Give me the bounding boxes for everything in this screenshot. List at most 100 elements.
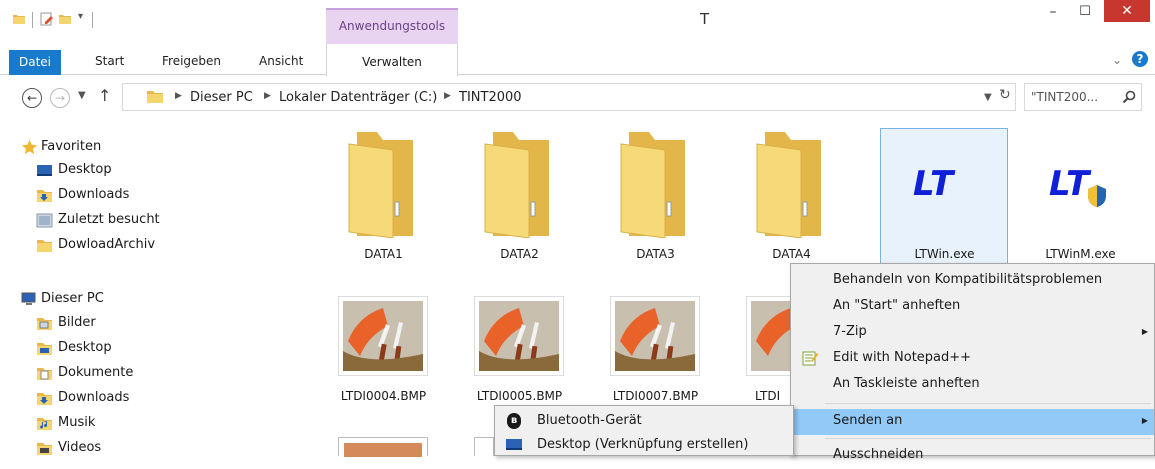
breadcrumb-dieser-pc[interactable]: Dieser PC [190,90,253,105]
image-thumbnail-icon[interactable] [474,437,494,456]
menu-item-label: Ausschneiden [833,447,924,462]
menu-item-cut[interactable]: Ausschneiden [791,443,1154,469]
image-tile-ltdi0007[interactable]: LTDI0007.BMP [593,293,718,413]
forward-button[interactable]: → [50,88,70,108]
back-button[interactable]: ← [22,88,42,108]
folder-icon [348,132,413,238]
breadcrumb-chevron-icon[interactable]: ▶ [175,91,182,101]
nav-this-pc[interactable]: Dieser PC [0,287,310,312]
nav-item-downloads-fav[interactable]: Downloads [0,183,310,208]
submenu-item-label: Desktop (Verknüpfung erstellen) [537,437,749,452]
tab-freigeben[interactable]: Freigeben [162,50,221,74]
menu-item-label: An Taskleiste anheften [833,376,980,391]
uac-shield-icon [1088,185,1106,207]
menu-item-label: Edit with Notepad++ [833,350,972,365]
image-thumbnail-icon [338,296,428,376]
tab-datei[interactable]: Datei [9,50,61,75]
recent-locations-chevron-icon[interactable]: ▼ [78,90,86,101]
nav-item-downloads[interactable]: Downloads [0,386,310,411]
image-tile-ltdi0005[interactable]: LTDI0005.BMP [457,293,582,413]
file-name: LTDI0005.BMP [476,389,563,403]
expand-ribbon-icon[interactable]: ⌄ [1112,53,1122,67]
folder-tile-data1[interactable]: DATA1 [321,128,446,268]
context-tab-group: Anwendungstools [326,8,458,44]
folder-tile-data2[interactable]: DATA2 [457,128,582,268]
nav-label: Desktop [58,340,112,355]
new-folder-icon[interactable] [58,12,72,26]
customize-quick-access-icon[interactable]: ▾ [78,11,83,22]
nav-favorites[interactable]: Favoriten [0,135,310,160]
quick-access-divider [92,12,93,28]
tab-start[interactable]: Start [95,50,124,74]
menu-item-pin-taskbar[interactable]: An Taskleiste anheften [791,372,1154,398]
image-thumbnail-icon [610,296,700,376]
music-folder-icon [37,418,52,430]
bluetooth-icon: ʙ [507,413,521,429]
address-dropdown-icon[interactable]: ▼ [984,92,992,103]
pictures-folder-icon [37,318,52,330]
nav-label: DowloadArchiv [58,237,156,252]
nav-item-videos[interactable]: Videos [0,436,310,461]
breadcrumb-chevron-icon[interactable]: ▶ [264,91,271,101]
refresh-icon[interactable]: ↻ [999,87,1011,103]
nav-label: Dokumente [58,365,134,380]
image-thumbnail-icon [746,296,790,376]
nav-item-dokumente[interactable]: Dokumente [0,361,310,386]
tab-verwalten[interactable]: Verwalten [326,44,458,76]
nav-label: Bilder [58,315,96,330]
image-thumbnail-icon [474,296,564,376]
breadcrumb-tint2000[interactable]: TINT2000 [459,90,522,105]
image-thumbnail-icon[interactable] [338,437,428,457]
file-name: LTDI0007.BMP [612,389,699,403]
image-tile-ltdi-partial[interactable]: LTDI [729,293,790,413]
maximize-button[interactable]: ☐ [1072,4,1098,24]
quick-access-divider [32,12,33,28]
menu-item-pin-start[interactable]: An "Start" anheften [791,294,1154,320]
nav-item-musik[interactable]: Musik [0,411,310,436]
submenu-item-bluetooth[interactable]: ʙ Bluetooth-Gerät [495,409,793,433]
address-bar[interactable] [122,83,1016,111]
nav-label: Desktop [58,162,112,177]
image-tile-ltdi0004[interactable]: LTDI0004.BMP [321,293,446,413]
breadcrumb-chevron-icon[interactable]: ▶ [444,91,451,101]
minimize-button[interactable]: – [1040,4,1066,24]
nav-label: Zuletzt besucht [58,212,160,227]
menu-item-send-to[interactable]: Senden an ▶ [791,409,1154,435]
folder-tile-data3[interactable]: DATA3 [593,128,718,268]
file-tile-ltwinm[interactable]: LT LTWinM.exe [1018,128,1143,268]
breadcrumb-local-disk[interactable]: Lokaler Datenträger (C:) [279,90,437,105]
file-name: LTWinM.exe [1045,247,1116,261]
file-name: DATA4 [772,247,811,261]
search-icon[interactable] [1121,89,1137,105]
menu-item-7zip[interactable]: 7-Zip ▶ [791,320,1154,346]
nav-item-bilder[interactable]: Bilder [0,311,310,336]
folder-tile-data4[interactable]: DATA4 [729,128,854,268]
up-button[interactable]: ↑ [98,86,111,105]
nav-item-recent[interactable]: Zuletzt besucht [0,208,310,233]
menu-item-label: An "Start" anheften [833,298,961,313]
menu-item-label: 7-Zip [833,324,867,339]
nav-label: Dieser PC [41,291,104,306]
menu-item-compatibility[interactable]: Behandeln von Kompatibilitätsproblemen [791,268,1154,294]
documents-folder-icon [37,368,52,380]
tab-ansicht[interactable]: Ansicht [259,50,303,74]
close-button[interactable]: ✕ [1104,0,1150,22]
nav-item-desktop[interactable]: Desktop [0,336,310,361]
downloads-folder-icon [37,393,52,405]
submenu-arrow-icon: ▶ [1141,416,1148,425]
folder-icon [620,132,685,238]
properties-icon[interactable] [40,12,54,26]
menu-item-notepadpp[interactable]: Edit with Notepad++ [791,346,1154,372]
folder-icon [37,240,52,252]
nav-label: Downloads [58,390,130,405]
submenu-item-desktop-shortcut[interactable]: Desktop (Verknüpfung erstellen) [495,433,793,457]
file-tile-ltwin[interactable]: LT LTWin.exe [882,128,1007,268]
help-icon[interactable]: ? [1132,51,1148,67]
send-to-submenu: ʙ Bluetooth-Gerät Desktop (Verknüpfung e… [494,405,794,456]
file-name: LTWin.exe [914,247,975,261]
search-placeholder: "TINT200... [1031,90,1099,104]
nav-item-dowloadarchiv[interactable]: DowloadArchiv [0,233,310,258]
nav-item-desktop-fav[interactable]: Desktop [0,158,310,183]
desktop-icon [506,439,522,450]
nav-label: Videos [58,440,102,455]
